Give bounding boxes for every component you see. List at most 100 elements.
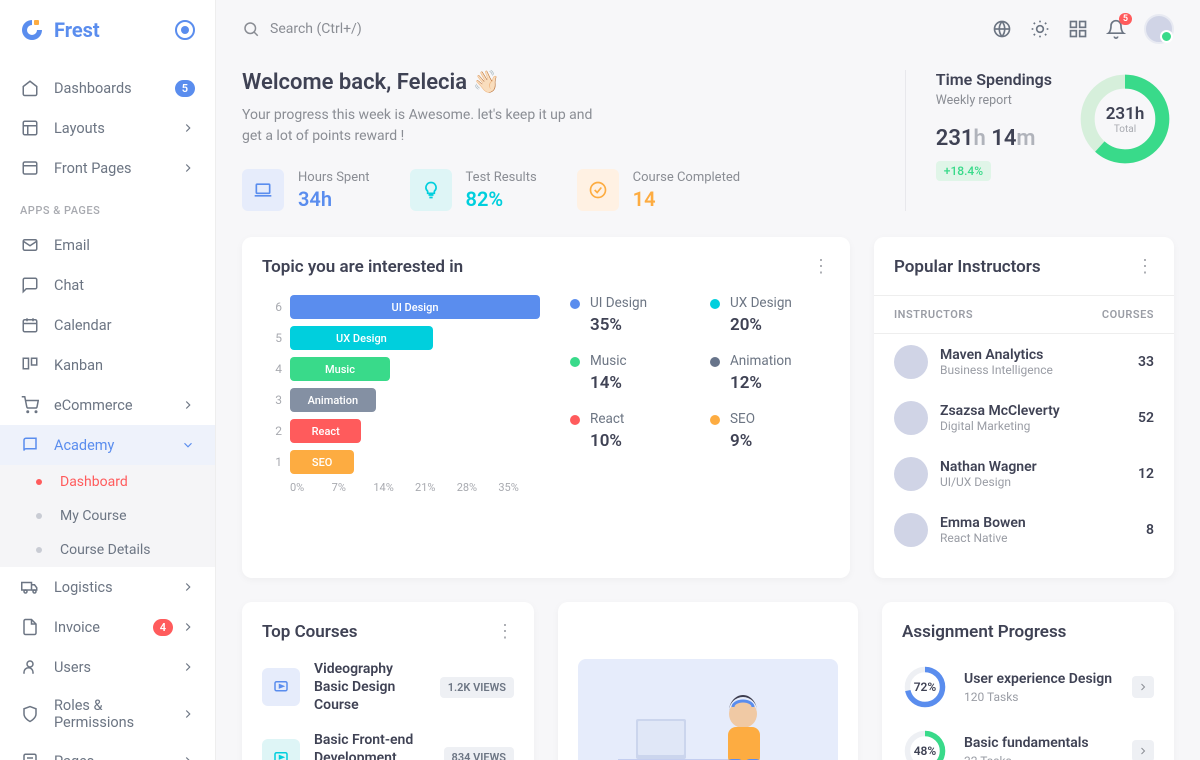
stat-test: Test Results82% (410, 169, 537, 211)
book-icon (20, 435, 40, 455)
nav-invoice[interactable]: Invoice4 (0, 607, 215, 647)
top-courses-card: Top Courses ⋮ Videography Basic Design C… (242, 602, 534, 760)
pin-sidebar-button[interactable] (175, 20, 195, 40)
nav-academy[interactable]: Academy (0, 425, 215, 465)
legend-item: SEO9% (710, 411, 830, 451)
chevron-right-icon (181, 161, 195, 175)
progress-row[interactable]: 72%User experience Design120 Tasks (902, 664, 1154, 710)
nav-academy-dashboard[interactable]: Dashboard (0, 465, 215, 499)
instructor-row[interactable]: Nathan WagnerUI/UX Design12 (894, 446, 1154, 502)
time-donut: 231hTotal (1076, 70, 1174, 168)
nav-academy-mycourse[interactable]: My Course (0, 499, 215, 533)
instructor-row[interactable]: Emma BowenReact Native8 (894, 502, 1154, 558)
search-input[interactable]: Search (Ctrl+/) (242, 20, 992, 38)
topics-legend: UI Design35%UX Design20%Music14%Animatio… (570, 295, 830, 494)
card-menu-button[interactable]: ⋮ (1136, 258, 1154, 276)
badge: 4 (153, 619, 173, 636)
check-circle-icon (577, 169, 619, 211)
page-title: Welcome back, Felecia 👋🏻 (242, 70, 875, 95)
nav-dashboards[interactable]: Dashboards 5 (0, 68, 215, 108)
course-icon (262, 668, 300, 706)
home-icon (20, 78, 40, 98)
nav-section-apps: APPS & PAGES (0, 188, 215, 225)
chevron-right-icon (181, 398, 195, 412)
card-menu-button[interactable]: ⋮ (496, 623, 514, 641)
user-icon (20, 657, 40, 677)
legend-item: UI Design35% (570, 295, 690, 335)
nav-logistics[interactable]: Logistics (0, 567, 215, 607)
laptop-icon (242, 169, 284, 211)
pages-icon (20, 751, 40, 760)
user-avatar[interactable] (1144, 14, 1174, 44)
chevron-down-icon (181, 438, 195, 452)
bar-row: 6UI Design (262, 295, 540, 319)
nav-pages[interactable]: Pages (0, 741, 215, 760)
nav-ecommerce[interactable]: eCommerce (0, 385, 215, 425)
legend-item: UX Design20% (710, 295, 830, 335)
cart-icon (20, 395, 40, 415)
logo-icon (20, 18, 44, 42)
topics-bar-chart: 6UI Design 5UX Design 4Music 3Animation 2Rea… (262, 295, 540, 494)
layout-icon (20, 118, 40, 138)
nav-layouts[interactable]: Layouts (0, 108, 215, 148)
theme-icon[interactable] (1030, 19, 1050, 39)
course-row[interactable]: Videography Basic Design Course1.2K VIEW… (262, 660, 514, 715)
legend-item: React10% (570, 411, 690, 451)
instructor-row[interactable]: Zsazsa McClevertyDigital Marketing52 (894, 390, 1154, 446)
stat-completed: Course Completed14 (577, 169, 740, 211)
content: Welcome back, Felecia 👋🏻 Your progress t… (216, 58, 1200, 760)
nav-roles[interactable]: Roles & Permissions (0, 687, 215, 741)
nav-chat[interactable]: Chat (0, 265, 215, 305)
time-title: Time Spendings (936, 70, 1052, 89)
notification-badge: 5 (1119, 13, 1132, 25)
illustration-card (558, 602, 858, 760)
course-row[interactable]: Basic Front-end Development Course834 VI… (262, 731, 514, 760)
growth-badge: +18.4% (936, 161, 991, 181)
card-menu-button[interactable]: ⋮ (812, 258, 830, 276)
assignment-progress-card: Assignment Progress 72%User experience D… (882, 602, 1174, 760)
badge: 5 (175, 80, 195, 97)
chevron-right-icon[interactable] (1132, 676, 1154, 698)
notifications-icon[interactable]: 5 (1106, 19, 1126, 39)
brand-name: Frest (54, 18, 100, 42)
chevron-right-icon (181, 660, 195, 674)
nav-email[interactable]: Email (0, 225, 215, 265)
bar-row: 2React (262, 419, 540, 443)
course-icon (262, 739, 300, 760)
nav-front-pages[interactable]: Front Pages (0, 148, 215, 188)
nav: Dashboards 5 Layouts Front Pages APPS & … (0, 60, 215, 760)
calendar-icon (20, 315, 40, 335)
file-icon (20, 617, 40, 637)
kanban-icon (20, 355, 40, 375)
instructor-row[interactable]: Maven AnalyticsBusiness Intelligence33 (894, 334, 1154, 390)
topbar: Search (Ctrl+/) 5 (216, 0, 1200, 58)
apps-icon[interactable] (1068, 19, 1088, 39)
bar-row: 4Music (262, 357, 540, 381)
language-icon[interactable] (992, 19, 1012, 39)
chevron-right-icon (181, 754, 195, 760)
brand-logo[interactable]: Frest (20, 18, 100, 42)
chevron-right-icon (181, 707, 195, 721)
time-spendings: Time Spendings Weekly report 231h 14m +1… (936, 70, 1174, 211)
instructors-card: Popular Instructors ⋮ INSTRUCTORSCOURSES… (874, 237, 1174, 578)
person-laptop-illustration (578, 659, 838, 760)
nav-calendar[interactable]: Calendar (0, 305, 215, 345)
page-subtitle: Your progress this week is Awesome. let'… (242, 105, 602, 147)
bar-row: 5UX Design (262, 326, 540, 350)
stat-hours: Hours Spent34h (242, 169, 370, 211)
main: Search (Ctrl+/) 5 Welcome back, Felecia … (216, 0, 1200, 760)
avatar (894, 401, 928, 435)
avatar (894, 345, 928, 379)
avatar (894, 513, 928, 547)
progress-row[interactable]: 48%Basic fundamentals32 Tasks (902, 728, 1154, 760)
nav-users[interactable]: Users (0, 647, 215, 687)
avatar (894, 457, 928, 491)
nav-academy-coursedetails[interactable]: Course Details (0, 533, 215, 567)
bar-row: 1SEO (262, 450, 540, 474)
topics-card: Topic you are interested in ⋮ 6UI Design… (242, 237, 850, 578)
chevron-right-icon (181, 121, 195, 135)
nav-kanban[interactable]: Kanban (0, 345, 215, 385)
chevron-right-icon[interactable] (1132, 740, 1154, 760)
truck-icon (20, 577, 40, 597)
bar-row: 3Animation (262, 388, 540, 412)
